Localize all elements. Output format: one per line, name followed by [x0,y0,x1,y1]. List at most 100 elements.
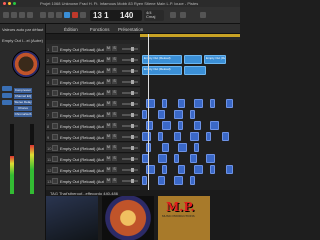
fader-knob[interactable] [131,146,134,150]
play-button[interactable] [64,12,70,18]
midi-region[interactable] [174,176,183,185]
volume-fader[interactable] [122,146,138,150]
fader-knob[interactable] [131,47,134,51]
midi-region[interactable] [222,132,229,141]
solo-button[interactable]: S [112,134,117,139]
mute-button[interactable]: M [106,57,111,62]
midi-region[interactable] [142,132,151,141]
fader-knob[interactable] [131,124,134,128]
track-header[interactable]: 11 Empty Out (Reload) (Autre) M S [46,154,140,164]
midi-region[interactable] [194,121,201,130]
plugin-slot[interactable]: ChromaVerb [14,112,32,117]
midi-region[interactable] [162,99,167,108]
volume-fader[interactable] [122,168,138,172]
mute-button[interactable]: M [106,46,111,51]
fader-knob[interactable] [131,58,134,62]
midi-region[interactable] [158,132,163,141]
midi-region[interactable] [158,154,167,163]
midi-region[interactable] [190,176,195,185]
midi-region[interactable] [158,176,165,185]
tuner-button[interactable] [170,12,176,18]
fader-knob[interactable] [131,113,134,117]
arrange-area[interactable]: Empty Out (Reload)Empty Out (Reload)Empt… [140,40,240,190]
midi-region[interactable] [178,165,185,174]
solo-button[interactable]: S [112,167,117,172]
track-header[interactable]: 3 Empty Out (Reload) (Autre) M S [46,66,140,76]
audio-region[interactable]: Empty Out (Reload) [204,55,226,64]
mute-button[interactable]: M [106,90,111,95]
solo-button[interactable]: S [112,156,117,161]
midi-region[interactable] [226,165,233,174]
midi-region[interactable] [174,154,179,163]
playhead[interactable] [148,34,149,190]
midi-region[interactable] [158,110,165,119]
plugin-slot[interactable]: Chorus [14,106,32,111]
midi-region[interactable] [210,165,215,174]
mute-button[interactable]: M [106,178,111,183]
lcd-display[interactable]: 13 1 140 [90,10,142,21]
fader-knob[interactable] [131,179,134,183]
audio-region[interactable] [184,55,202,64]
help-button[interactable] [19,12,25,18]
plugin-slot[interactable]: Channel EQ [14,94,32,99]
forward-button[interactable] [48,12,54,18]
master-volume-slider[interactable] [200,12,206,18]
mute-button[interactable]: M [106,68,111,73]
cycle-range[interactable] [140,34,240,37]
track-header[interactable]: 5 Empty Out (Reload) (Autre) M S [46,88,140,98]
volume-fader[interactable] [122,157,138,161]
mute-button[interactable]: M [106,112,111,117]
midi-region[interactable] [142,176,147,185]
mute-button[interactable]: M [106,134,111,139]
fader-knob[interactable] [131,157,134,161]
metronome-button[interactable] [180,12,186,18]
volume-fader[interactable] [122,47,138,51]
mute-button[interactable]: M [106,167,111,172]
mute-button[interactable]: M [106,79,111,84]
volume-fader[interactable] [122,124,138,128]
fader-knob[interactable] [131,91,134,95]
fader-knob[interactable] [131,69,134,73]
library-button[interactable] [3,12,9,18]
track-header[interactable]: 12 Empty Out (Reload) (Autre) M S [46,165,140,175]
midi-region[interactable] [174,132,181,141]
midi-region[interactable] [162,143,169,152]
setting-button[interactable] [2,86,12,91]
key-signature-display[interactable]: 4/4 Cmaj [144,10,164,21]
volume-fader[interactable] [122,179,138,183]
mute-button[interactable]: M [106,156,111,161]
volume-fader[interactable] [122,58,138,62]
volume-fader[interactable] [122,69,138,73]
solo-button[interactable]: S [112,46,117,51]
volume-fader[interactable] [122,135,138,139]
volume-fader[interactable] [122,80,138,84]
zoom-window-button[interactable] [13,2,16,5]
stop-button[interactable] [56,12,62,18]
solo-button[interactable]: S [112,57,117,62]
midi-region[interactable] [194,165,203,174]
track-header[interactable]: 10 Empty Out (Reload) (Autre) M S [46,143,140,153]
cycle-button[interactable] [80,12,86,18]
record-button[interactable] [72,12,78,18]
solo-button[interactable]: S [112,178,117,183]
volume-fader[interactable] [122,113,138,117]
mute-button[interactable]: M [106,145,111,150]
rewind-button[interactable] [40,12,46,18]
midi-region[interactable] [178,99,185,108]
track-header[interactable]: 8 Empty Out (Reload) (Autre) M S [46,121,140,131]
track-header[interactable]: 6 Empty Out (Reload) (Autre) M S [46,99,140,109]
menu-edition[interactable]: Édition [64,27,78,32]
midi-region[interactable] [178,143,187,152]
midi-region[interactable] [174,110,183,119]
solo-button[interactable]: S [112,90,117,95]
midi-region[interactable] [210,99,215,108]
inspector-button[interactable] [11,12,17,18]
mute-button[interactable]: M [106,123,111,128]
midi-region[interactable] [162,165,167,174]
solo-button[interactable]: S [112,123,117,128]
volume-fader[interactable] [122,102,138,106]
solo-button[interactable]: S [112,68,117,73]
track-header[interactable]: 13 Empty Out (Reload) (Autre) M S [46,176,140,186]
track-header[interactable]: 9 Empty Out (Reload) (Autre) M S [46,132,140,142]
toolbar-button[interactable] [27,12,33,18]
